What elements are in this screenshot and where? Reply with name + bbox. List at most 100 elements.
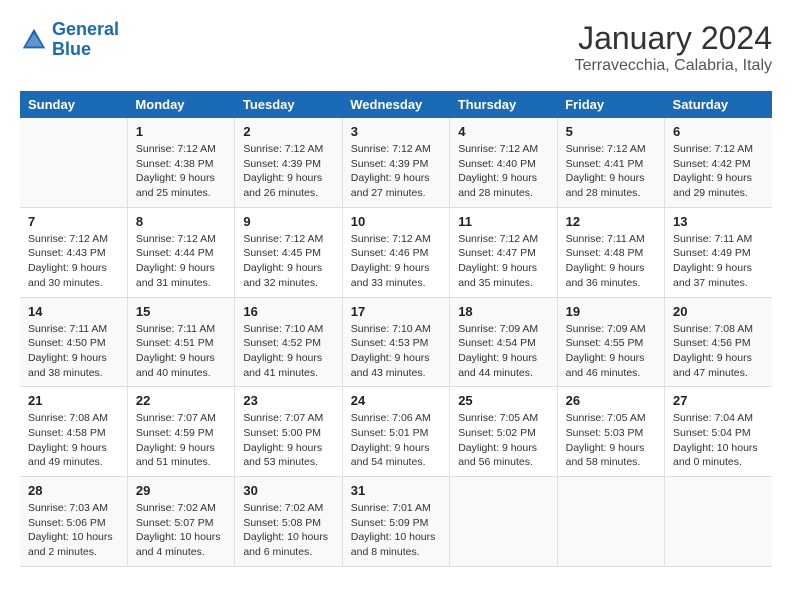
logo-text: GeneralBlue — [52, 20, 119, 60]
day-info: Sunrise: 7:10 AMSunset: 4:53 PMDaylight:… — [351, 322, 441, 381]
day-info: Sunrise: 7:11 AMSunset: 4:51 PMDaylight:… — [136, 322, 226, 381]
day-info: Sunrise: 7:08 AMSunset: 4:58 PMDaylight:… — [28, 411, 119, 470]
subtitle: Terravecchia, Calabria, Italy — [575, 57, 772, 75]
day-number: 11 — [458, 214, 548, 229]
calendar-cell: 27 Sunrise: 7:04 AMSunset: 5:04 PMDayligh… — [665, 387, 772, 477]
calendar-cell: 18 Sunrise: 7:09 AMSunset: 4:54 PMDayligh… — [450, 297, 557, 387]
calendar-cell: 23 Sunrise: 7:07 AMSunset: 5:00 PMDayligh… — [235, 387, 342, 477]
day-info: Sunrise: 7:11 AMSunset: 4:49 PMDaylight:… — [673, 232, 764, 291]
calendar-week-row: 1 Sunrise: 7:12 AMSunset: 4:38 PMDaylight… — [20, 118, 772, 207]
calendar-cell: 9 Sunrise: 7:12 AMSunset: 4:45 PMDaylight… — [235, 207, 342, 297]
day-number: 24 — [351, 393, 441, 408]
calendar-cell: 21 Sunrise: 7:08 AMSunset: 4:58 PMDayligh… — [20, 387, 127, 477]
day-number: 23 — [243, 393, 333, 408]
day-info: Sunrise: 7:12 AMSunset: 4:41 PMDaylight:… — [566, 142, 656, 201]
day-info: Sunrise: 7:12 AMSunset: 4:47 PMDaylight:… — [458, 232, 548, 291]
day-info: Sunrise: 7:07 AMSunset: 4:59 PMDaylight:… — [136, 411, 226, 470]
day-number: 29 — [136, 483, 226, 498]
calendar-cell: 14Sunrise: 7:11 AMSunset: 4:50 PMDayligh… — [20, 297, 127, 387]
day-info: Sunrise: 7:12 AMSunset: 4:46 PMDaylight:… — [351, 232, 441, 291]
logo: GeneralBlue — [20, 20, 119, 60]
day-info: Sunrise: 7:12 AMSunset: 4:39 PMDaylight:… — [243, 142, 333, 201]
calendar-cell: 31Sunrise: 7:01 AMSunset: 5:09 PMDayligh… — [342, 477, 449, 567]
day-info: Sunrise: 7:11 AMSunset: 4:48 PMDaylight:… — [566, 232, 656, 291]
calendar-day-header: Tuesday — [235, 91, 342, 118]
day-number: 7 — [28, 214, 119, 229]
calendar-body: 1 Sunrise: 7:12 AMSunset: 4:38 PMDaylight… — [20, 118, 772, 566]
calendar-day-header: Thursday — [450, 91, 557, 118]
day-info: Sunrise: 7:08 AMSunset: 4:56 PMDaylight:… — [673, 322, 764, 381]
calendar-cell: 10 Sunrise: 7:12 AMSunset: 4:46 PMDayligh… — [342, 207, 449, 297]
day-number: 1 — [136, 124, 226, 139]
day-info: Sunrise: 7:12 AMSunset: 4:44 PMDaylight:… — [136, 232, 226, 291]
calendar-cell: 7 Sunrise: 7:12 AMSunset: 4:43 PMDaylight… — [20, 207, 127, 297]
day-number: 13 — [673, 214, 764, 229]
day-number: 4 — [458, 124, 548, 139]
day-info: Sunrise: 7:09 AMSunset: 4:54 PMDaylight:… — [458, 322, 548, 381]
calendar-cell: 16 Sunrise: 7:10 AMSunset: 4:52 PMDayligh… — [235, 297, 342, 387]
calendar-cell: 22Sunrise: 7:07 AMSunset: 4:59 PMDayligh… — [127, 387, 234, 477]
day-number: 15 — [136, 304, 226, 319]
calendar-cell: 19 Sunrise: 7:09 AMSunset: 4:55 PMDayligh… — [557, 297, 664, 387]
day-info: Sunrise: 7:06 AMSunset: 5:01 PMDaylight:… — [351, 411, 441, 470]
day-info: Sunrise: 7:02 AMSunset: 5:07 PMDaylight:… — [136, 501, 226, 560]
day-number: 30 — [243, 483, 333, 498]
calendar-cell: 1 Sunrise: 7:12 AMSunset: 4:38 PMDaylight… — [127, 118, 234, 207]
calendar-cell — [20, 118, 127, 207]
day-info: Sunrise: 7:12 AMSunset: 4:40 PMDaylight:… — [458, 142, 548, 201]
calendar-cell: 24 Sunrise: 7:06 AMSunset: 5:01 PMDayligh… — [342, 387, 449, 477]
calendar-cell: 5 Sunrise: 7:12 AMSunset: 4:41 PMDaylight… — [557, 118, 664, 207]
day-info: Sunrise: 7:11 AMSunset: 4:50 PMDaylight:… — [28, 322, 119, 381]
calendar-cell: 11 Sunrise: 7:12 AMSunset: 4:47 PMDayligh… — [450, 207, 557, 297]
calendar-cell: 3Sunrise: 7:12 AMSunset: 4:39 PMDaylight… — [342, 118, 449, 207]
day-number: 28 — [28, 483, 119, 498]
day-number: 9 — [243, 214, 333, 229]
day-number: 20 — [673, 304, 764, 319]
day-info: Sunrise: 7:10 AMSunset: 4:52 PMDaylight:… — [243, 322, 333, 381]
main-title: January 2024 — [575, 20, 772, 57]
day-info: Sunrise: 7:05 AMSunset: 5:02 PMDaylight:… — [458, 411, 548, 470]
calendar-cell — [557, 477, 664, 567]
day-number: 2 — [243, 124, 333, 139]
calendar-week-row: 7 Sunrise: 7:12 AMSunset: 4:43 PMDaylight… — [20, 207, 772, 297]
day-number: 6 — [673, 124, 764, 139]
calendar-day-header: Friday — [557, 91, 664, 118]
day-info: Sunrise: 7:07 AMSunset: 5:00 PMDaylight:… — [243, 411, 333, 470]
day-number: 10 — [351, 214, 441, 229]
day-number: 16 — [243, 304, 333, 319]
day-number: 31 — [351, 483, 441, 498]
day-info: Sunrise: 7:12 AMSunset: 4:43 PMDaylight:… — [28, 232, 119, 291]
day-number: 27 — [673, 393, 764, 408]
day-info: Sunrise: 7:04 AMSunset: 5:04 PMDaylight:… — [673, 411, 764, 470]
calendar-cell: 20 Sunrise: 7:08 AMSunset: 4:56 PMDayligh… — [665, 297, 772, 387]
day-number: 18 — [458, 304, 548, 319]
day-number: 26 — [566, 393, 656, 408]
calendar-cell: 2 Sunrise: 7:12 AMSunset: 4:39 PMDaylight… — [235, 118, 342, 207]
day-number: 21 — [28, 393, 119, 408]
day-info: Sunrise: 7:12 AMSunset: 4:39 PMDaylight:… — [351, 142, 441, 201]
day-info: Sunrise: 7:09 AMSunset: 4:55 PMDaylight:… — [566, 322, 656, 381]
day-number: 25 — [458, 393, 548, 408]
day-info: Sunrise: 7:02 AMSunset: 5:08 PMDaylight:… — [243, 501, 333, 560]
calendar-cell — [665, 477, 772, 567]
day-info: Sunrise: 7:12 AMSunset: 4:42 PMDaylight:… — [673, 142, 764, 201]
calendar-week-row: 28Sunrise: 7:03 AMSunset: 5:06 PMDayligh… — [20, 477, 772, 567]
logo-icon — [20, 26, 48, 54]
calendar-cell: 29 Sunrise: 7:02 AMSunset: 5:07 PMDayligh… — [127, 477, 234, 567]
day-number: 12 — [566, 214, 656, 229]
calendar-week-row: 21 Sunrise: 7:08 AMSunset: 4:58 PMDayligh… — [20, 387, 772, 477]
day-info: Sunrise: 7:12 AMSunset: 4:45 PMDaylight:… — [243, 232, 333, 291]
day-number: 8 — [136, 214, 226, 229]
calendar-cell: 15 Sunrise: 7:11 AMSunset: 4:51 PMDayligh… — [127, 297, 234, 387]
calendar-cell: 28Sunrise: 7:03 AMSunset: 5:06 PMDayligh… — [20, 477, 127, 567]
day-number: 5 — [566, 124, 656, 139]
calendar-cell: 4 Sunrise: 7:12 AMSunset: 4:40 PMDaylight… — [450, 118, 557, 207]
calendar-cell: 6 Sunrise: 7:12 AMSunset: 4:42 PMDaylight… — [665, 118, 772, 207]
calendar-cell: 8 Sunrise: 7:12 AMSunset: 4:44 PMDaylight… — [127, 207, 234, 297]
day-number: 19 — [566, 304, 656, 319]
calendar-week-row: 14Sunrise: 7:11 AMSunset: 4:50 PMDayligh… — [20, 297, 772, 387]
calendar-day-header: Monday — [127, 91, 234, 118]
calendar-cell: 26Sunrise: 7:05 AMSunset: 5:03 PMDayligh… — [557, 387, 664, 477]
day-info: Sunrise: 7:12 AMSunset: 4:38 PMDaylight:… — [136, 142, 226, 201]
calendar-day-header: Wednesday — [342, 91, 449, 118]
